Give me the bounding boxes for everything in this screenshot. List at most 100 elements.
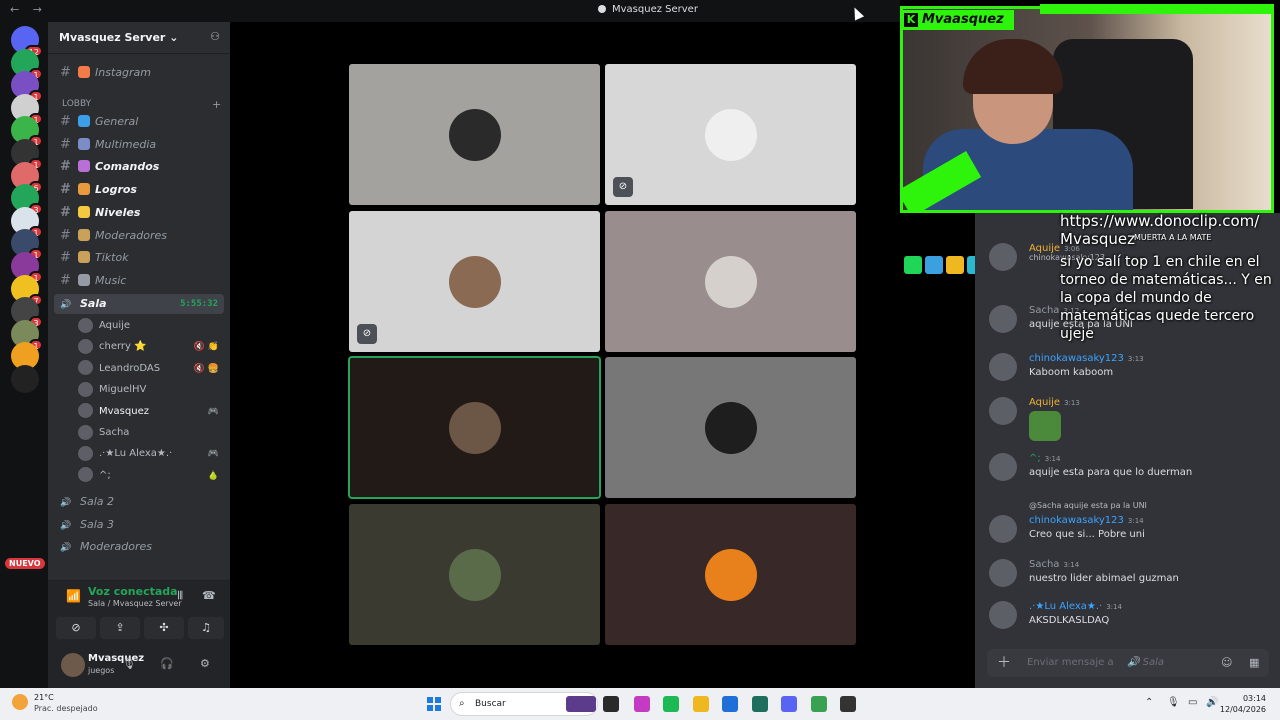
- video-tile[interactable]: [349, 64, 600, 205]
- channel-item[interactable]: # Logros: [54, 180, 224, 200]
- channel-name: Sala 2: [80, 495, 115, 508]
- voice-user[interactable]: ^; 🍐: [78, 466, 223, 486]
- chat-badge-icon: [925, 256, 943, 274]
- activities-button[interactable]: ✣: [144, 617, 184, 639]
- video-tile[interactable]: [348, 356, 601, 499]
- channel-item[interactable]: # Tiktok: [54, 248, 224, 268]
- network-icon[interactable]: ▭: [1188, 697, 1197, 708]
- soundboard-button[interactable]: ♫: [188, 617, 224, 639]
- apps-icon[interactable]: ▦: [1249, 649, 1259, 677]
- clock[interactable]: 03:14 12/04/2026: [1220, 693, 1266, 715]
- channel-item[interactable]: # Comandos: [54, 157, 224, 177]
- channel-item[interactable]: # Music: [54, 271, 224, 291]
- voice-channel[interactable]: 🔊 Sala 3: [54, 515, 224, 535]
- avatar[interactable]: [61, 653, 85, 677]
- pepe-sticker: [1029, 411, 1061, 441]
- search-icon: ⌕: [459, 698, 465, 709]
- screen-share-button[interactable]: ⇪: [100, 617, 140, 639]
- microphone-tray-icon[interactable]: 🎙: [1167, 697, 1180, 708]
- channel-emoji-icon: [78, 66, 90, 78]
- microphone-icon[interactable]: 🎙: [122, 657, 136, 670]
- message-reply[interactable]: @Sacha aquije esta pa la UNI: [1029, 501, 1147, 510]
- add-channel-icon[interactable]: +: [212, 98, 221, 111]
- avatar: [989, 305, 1017, 333]
- emoji-icon[interactable]: ☺: [1221, 649, 1232, 677]
- voice-user-name: Aquije: [99, 320, 131, 331]
- avatar: [989, 397, 1017, 425]
- video-tile[interactable]: [349, 503, 600, 645]
- voice-user[interactable]: Sacha: [78, 423, 223, 443]
- taskbar-app-icon[interactable]: [722, 696, 738, 712]
- taskbar-app-icon[interactable]: [752, 696, 768, 712]
- voice-channel[interactable]: 🔊 Moderadores: [54, 537, 224, 557]
- chat-badge-icon: [946, 256, 964, 274]
- taskbar-app-icon[interactable]: [663, 696, 679, 712]
- avatar: [705, 402, 757, 454]
- voice-user[interactable]: .·★Lu Alexa★.· 🎮: [78, 444, 223, 464]
- taskbar-app-icon[interactable]: [603, 696, 619, 712]
- message-author-name: ^;: [1029, 453, 1041, 464]
- voice-location[interactable]: Sala / Mvasquez Server: [88, 599, 182, 608]
- forward-arrow-icon[interactable]: →: [33, 3, 42, 16]
- disconnect-icon[interactable]: ☎: [202, 589, 216, 602]
- tts-donor: Mvasquez: [1060, 230, 1135, 248]
- message-author-name: Aquije: [1029, 397, 1061, 408]
- taskbar-app-icon[interactable]: [634, 696, 650, 712]
- avatar: [705, 548, 757, 601]
- channel-item[interactable]: # Niveles: [54, 203, 224, 223]
- clock-time: 03:14: [1242, 694, 1266, 703]
- taskbar-app-icon[interactable]: [840, 696, 856, 712]
- webcam-overlay: [900, 6, 1274, 213]
- video-tile[interactable]: [605, 210, 856, 352]
- voice-user-status: 🎮: [207, 449, 219, 460]
- taskbar-app-icon[interactable]: [693, 696, 709, 712]
- video-tile[interactable]: ⊘: [605, 64, 856, 205]
- message-time: 3:13: [1064, 399, 1080, 407]
- server-header[interactable]: Mvasquez Server ⌄ ⚇: [48, 22, 230, 54]
- message-time: 3:14: [1063, 561, 1080, 569]
- server-icon[interactable]: [11, 365, 39, 393]
- noise-suppression-icon[interactable]: 𝄃𝄃: [178, 589, 183, 603]
- camera-button[interactable]: ⊘: [56, 617, 96, 639]
- headphones-icon[interactable]: 🎧: [160, 657, 174, 670]
- avatar: [78, 381, 93, 397]
- voice-channel[interactable]: 🔊 Sala 2: [54, 492, 224, 512]
- message-text: aquije esta para que lo duerman: [1029, 467, 1193, 478]
- channel-item[interactable]: # Instagram: [54, 63, 224, 83]
- voice-user[interactable]: MiguelHV: [78, 380, 223, 400]
- category-lobby[interactable]: LOBBY +: [62, 98, 221, 111]
- signal-icon: 📶: [66, 589, 81, 603]
- channel-item[interactable]: # General: [54, 112, 224, 132]
- video-tile[interactable]: [605, 503, 856, 645]
- channel-emoji-icon: [78, 251, 90, 264]
- channel-name: Music: [95, 273, 127, 287]
- voice-user[interactable]: cherry ⭐ 🔇 👏: [78, 337, 223, 357]
- message-input[interactable]: ＋ Enviar mensaje a 🔊 Sala ☺ ▦: [987, 649, 1269, 677]
- channel-item[interactable]: # Moderadores: [54, 226, 224, 246]
- add-friend-icon[interactable]: ⚇: [210, 30, 220, 43]
- message-author: Sacha 3:14: [1029, 559, 1079, 570]
- muted-mic-icon: ⊘: [357, 323, 377, 344]
- back-arrow-icon[interactable]: ←: [10, 3, 19, 16]
- voice-user[interactable]: Mvasquez 🎮: [78, 402, 223, 422]
- video-tile[interactable]: ⊘: [349, 210, 600, 352]
- channel-emoji-icon: [78, 273, 90, 286]
- taskbar-app-icon[interactable]: [566, 696, 596, 712]
- message-author-name: chinokawasaky123: [1029, 515, 1124, 526]
- taskbar-app-icon[interactable]: [781, 696, 797, 712]
- volume-icon[interactable]: 🔊: [1206, 697, 1218, 708]
- voice-user-status: 🍐: [207, 470, 219, 481]
- chevron-up-icon[interactable]: ⌃: [1145, 697, 1153, 708]
- message-placeholder: Enviar mensaje a: [1027, 657, 1114, 668]
- gear-icon[interactable]: ⚙: [200, 657, 210, 670]
- voice-user[interactable]: Aquije: [78, 316, 223, 336]
- windows-start-icon[interactable]: [427, 697, 441, 711]
- video-tile[interactable]: [605, 357, 856, 498]
- taskbar-app-icon[interactable]: [811, 696, 827, 712]
- channel-item[interactable]: # Multimedia: [54, 135, 224, 155]
- voice-user[interactable]: LeandroDAS 🔇 🍔: [78, 359, 223, 379]
- discord-icon: [598, 5, 606, 13]
- add-attachment-icon[interactable]: ＋: [997, 649, 1011, 677]
- voice-channel-sala[interactable]: 🔊 Sala 5:55:32: [54, 294, 224, 314]
- channel-name: Comandos: [95, 160, 160, 174]
